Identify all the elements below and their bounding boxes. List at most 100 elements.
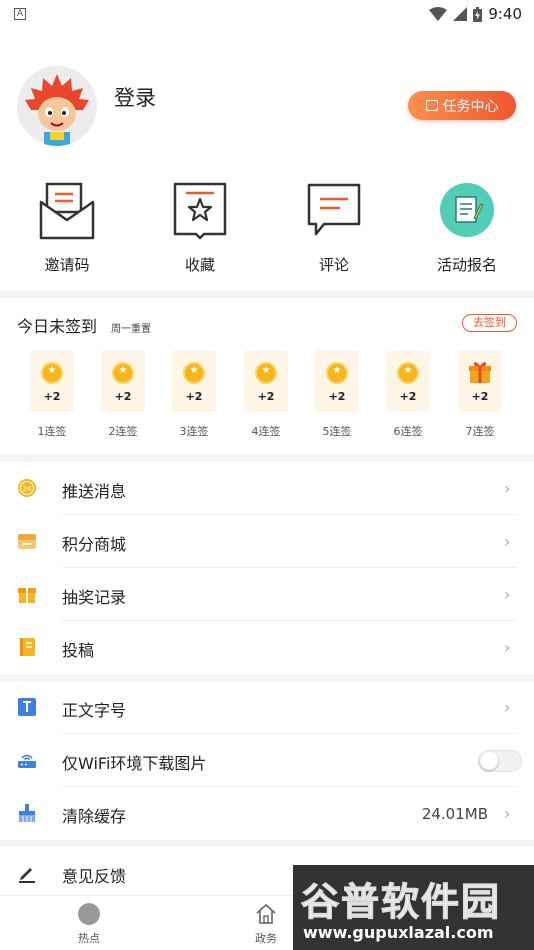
checkin-day-3: +2 <box>172 350 216 412</box>
push-badge-icon: 24 <box>18 479 36 497</box>
status-bar-right: 9:40 <box>429 5 522 23</box>
chevron-right-icon: › <box>504 479 511 498</box>
battery-icon <box>473 6 483 22</box>
pen-icon <box>19 868 35 883</box>
clock: 9:40 <box>488 5 522 23</box>
coin-icon <box>183 362 205 384</box>
menu-item-lottery-records[interactable]: 抽奖记录 › <box>0 568 534 621</box>
quick-action-favorites[interactable]: 收藏 <box>145 180 255 275</box>
checkin-day-label: 7连签 <box>465 425 495 438</box>
checkin-day-value: +2 <box>399 390 417 403</box>
bookmark-star-icon <box>173 182 227 240</box>
store-icon <box>18 534 36 549</box>
menu-item-label: 意见反馈 <box>62 867 127 886</box>
section-divider <box>0 840 534 847</box>
menu-item-clear-cache[interactable]: 清除缓存 24.01MB › <box>0 787 534 840</box>
quick-action-label: 评论 <box>318 256 349 274</box>
chevron-right-icon: › <box>504 638 511 657</box>
quick-action-invite[interactable]: 邀请码 <box>12 180 122 275</box>
menu-item-label: 积分商城 <box>62 535 127 554</box>
checkin-title: 今日未签到 <box>17 317 98 336</box>
checkin-day-value: +2 <box>257 390 275 403</box>
checkin-day-value: +2 <box>471 390 489 403</box>
font-size-icon <box>18 698 36 716</box>
profile-screen: A 9:40 登录 任务中心 邀请码 收藏 评论 活动报名 今日未签到 周一重置… <box>0 0 534 950</box>
svg-text:24: 24 <box>23 485 32 493</box>
coin-icon <box>255 362 277 384</box>
menu-item-label: 抽奖记录 <box>62 588 127 607</box>
checkin-day-value: +2 <box>114 390 132 403</box>
checkin-day-2: +2 <box>101 350 145 412</box>
menu-item-label: 推送消息 <box>62 482 127 501</box>
notification-a-icon: A <box>14 8 26 20</box>
tab-label: 政务 <box>255 932 277 945</box>
chevron-right-icon: › <box>504 804 511 823</box>
avatar[interactable] <box>17 66 97 146</box>
menu-item-push-messages[interactable]: 24 推送消息 › <box>0 462 534 515</box>
quick-actions: 邀请码 收藏 评论 活动报名 <box>0 180 534 280</box>
checkin-day-label: 4连签 <box>251 425 281 438</box>
section-divider <box>0 291 534 298</box>
mascot-avatar-icon <box>25 74 89 146</box>
menu-item-label: 投稿 <box>62 641 95 660</box>
menu-item-font-size[interactable]: 正文字号 › <box>0 681 534 734</box>
menu-item-label: 仅WiFi环境下载图片 <box>62 754 207 773</box>
login-link[interactable]: 登录 <box>114 82 156 112</box>
checkin-day-label: 6连签 <box>393 425 423 438</box>
chevron-right-icon: › <box>504 698 511 717</box>
checkin-day-4: +2 <box>244 350 288 412</box>
checkin-day-label: 2连签 <box>108 425 138 438</box>
checkin-day-label: 5连签 <box>322 425 352 438</box>
checkin-subtitle: 周一重置 <box>111 324 151 335</box>
wifi-only-toggle[interactable] <box>478 750 522 772</box>
signup-form-icon <box>440 183 494 237</box>
coin-icon <box>41 362 63 384</box>
tab-hot[interactable]: 热点 <box>54 902 124 946</box>
quick-action-label: 邀请码 <box>44 256 90 274</box>
checkin-day-7: +2 <box>458 350 502 412</box>
quick-action-label: 收藏 <box>184 256 215 274</box>
section-divider <box>0 674 534 681</box>
menu-item-label: 清除缓存 <box>62 807 127 826</box>
cache-size-value: 24.01MB <box>421 805 488 823</box>
watermark-title: 谷普软件园 <box>300 880 502 925</box>
quick-action-comments[interactable]: 评论 <box>279 180 389 275</box>
checkin-day-value: +2 <box>43 390 61 403</box>
watermark-overlay: 谷普软件园 www.gupuxlazal.com <box>293 865 534 950</box>
gift-icon <box>18 588 36 603</box>
checkin-day-1: +2 <box>30 350 74 412</box>
menu-item-label: 正文字号 <box>62 701 127 720</box>
menu-item-submit-article[interactable]: 投稿 › <box>0 621 534 674</box>
profile-header: 登录 任务中心 <box>0 60 534 160</box>
checkin-day-5: +2 <box>315 350 359 412</box>
menu-item-points-store[interactable]: 积分商城 › <box>0 515 534 568</box>
notebook-icon <box>20 638 35 656</box>
chevron-right-icon: › <box>504 585 511 604</box>
task-icon <box>425 100 438 111</box>
hot-dot-icon <box>78 903 100 925</box>
checkin-button[interactable]: 去签到 <box>462 314 517 332</box>
comment-icon <box>307 183 361 236</box>
wifi-icon <box>429 7 448 21</box>
checkin-day-label: 1连签 <box>37 425 67 438</box>
coin-icon <box>326 362 348 384</box>
menu-item-wifi-only-images: 仅WiFi环境下载图片 <box>0 734 534 787</box>
quick-action-event-signup[interactable]: 活动报名 <box>412 180 522 275</box>
cellular-signal-icon <box>453 7 468 21</box>
gift-box-icon <box>469 362 491 383</box>
wifi-router-icon <box>18 754 36 768</box>
task-center-label: 任务中心 <box>442 98 499 115</box>
tab-government[interactable]: 政务 <box>231 902 301 946</box>
chevron-right-icon: › <box>504 532 511 551</box>
coin-icon <box>112 362 134 384</box>
toggle-knob <box>480 752 498 770</box>
task-center-button[interactable]: 任务中心 <box>408 91 516 120</box>
checkin-day-6: +2 <box>386 350 430 412</box>
tab-label: 热点 <box>78 932 100 945</box>
checkin-day-label: 3连签 <box>179 425 209 438</box>
checkin-day-value: +2 <box>328 390 346 403</box>
envelope-icon <box>39 182 95 240</box>
quick-action-label: 活动报名 <box>436 256 497 274</box>
status-bar: A 9:40 <box>0 0 534 28</box>
coin-icon <box>397 362 419 384</box>
